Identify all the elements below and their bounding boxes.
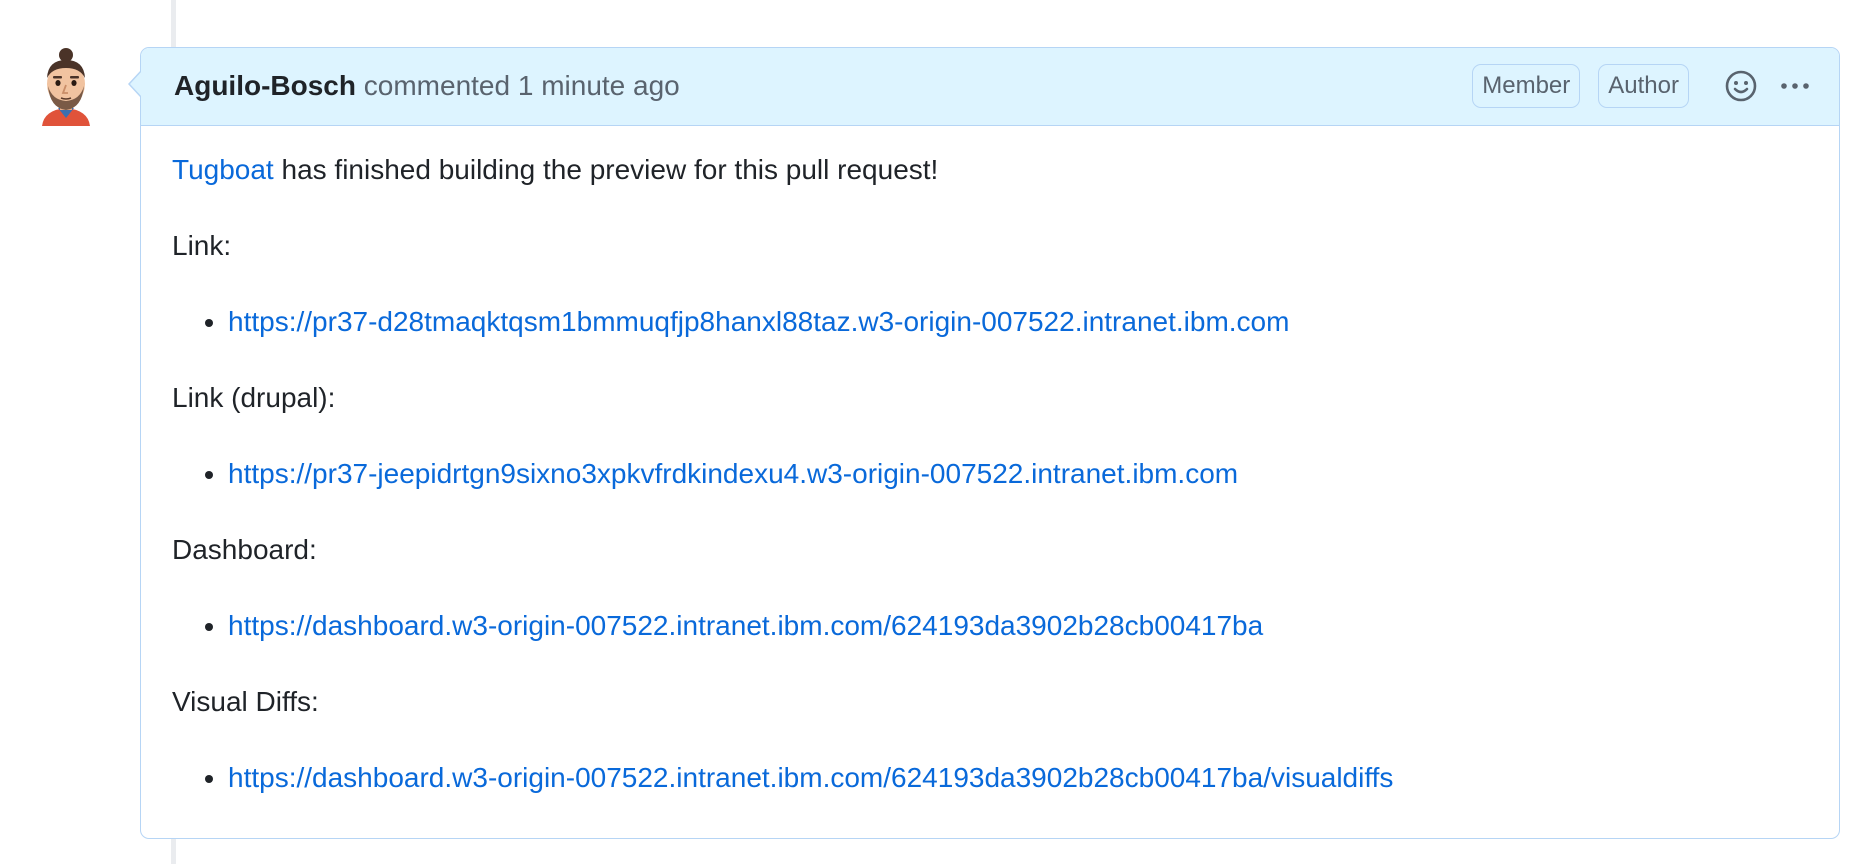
list-item: https://dashboard.w3-origin-007522.intra… — [228, 608, 1839, 644]
timeline-page: Aguilo-Bosch commented 1 minute ago Memb… — [0, 0, 1872, 864]
intro-text: has finished building the preview for th… — [273, 154, 939, 185]
list-item: https://pr37-d28tmaqktqsm1bmmuqfjp8hanxl… — [228, 304, 1839, 340]
comment-meta: Aguilo-Bosch commented 1 minute ago — [174, 68, 680, 104]
section-label-visual-diffs: Visual Diffs: — [172, 686, 319, 717]
author-badge: Author — [1598, 64, 1689, 108]
preview-url-link[interactable]: https://pr37-d28tmaqktqsm1bmmuqfjp8hanxl… — [228, 306, 1289, 337]
add-reaction-button[interactable] — [1721, 66, 1761, 106]
comment-timestamp[interactable]: 1 minute ago — [518, 70, 680, 101]
intro-paragraph: Tugboat has finished building the previe… — [172, 152, 1839, 188]
section-label-link: Link: — [172, 230, 232, 261]
tugboat-link[interactable]: Tugboat — [172, 154, 274, 185]
comment-body: Tugboat has finished building the previe… — [141, 126, 1839, 796]
member-badge: Member — [1472, 64, 1581, 108]
section-list-link: https://pr37-d28tmaqktqsm1bmmuqfjp8hanxl… — [172, 304, 1839, 340]
visual-diffs-url-link[interactable]: https://dashboard.w3-origin-007522.intra… — [228, 762, 1393, 793]
comment-action: commented — [363, 70, 511, 101]
drupal-url-link[interactable]: https://pr37-jeepidrtgn9sixno3xpkvfrdkin… — [228, 458, 1238, 489]
comment-box: Aguilo-Bosch commented 1 minute ago Memb… — [128, 47, 1840, 839]
section-label-dashboard: Dashboard: — [172, 534, 317, 565]
section-list-dashboard: https://dashboard.w3-origin-007522.intra… — [172, 608, 1839, 644]
comment-header: Aguilo-Bosch commented 1 minute ago Memb… — [128, 48, 1839, 126]
list-item: https://pr37-jeepidrtgn9sixno3xpkvfrdkin… — [228, 456, 1839, 492]
dashboard-url-link[interactable]: https://dashboard.w3-origin-007522.intra… — [228, 610, 1263, 641]
list-item: https://dashboard.w3-origin-007522.intra… — [228, 760, 1839, 796]
section-list-visual-diffs: https://dashboard.w3-origin-007522.intra… — [172, 760, 1839, 796]
comment-pointer-fill — [130, 71, 142, 97]
kebab-horizontal-icon — [1781, 83, 1809, 89]
smiley-icon — [1725, 70, 1757, 102]
more-options-button[interactable] — [1775, 66, 1815, 106]
avatar[interactable] — [36, 48, 96, 128]
section-list-drupal: https://pr37-jeepidrtgn9sixno3xpkvfrdkin… — [172, 456, 1839, 492]
author-link[interactable]: Aguilo-Bosch — [174, 70, 356, 101]
avatar-illustration — [42, 48, 90, 126]
comment-actions: Member Author — [1472, 64, 1815, 108]
section-label-drupal: Link (drupal): — [172, 382, 336, 413]
